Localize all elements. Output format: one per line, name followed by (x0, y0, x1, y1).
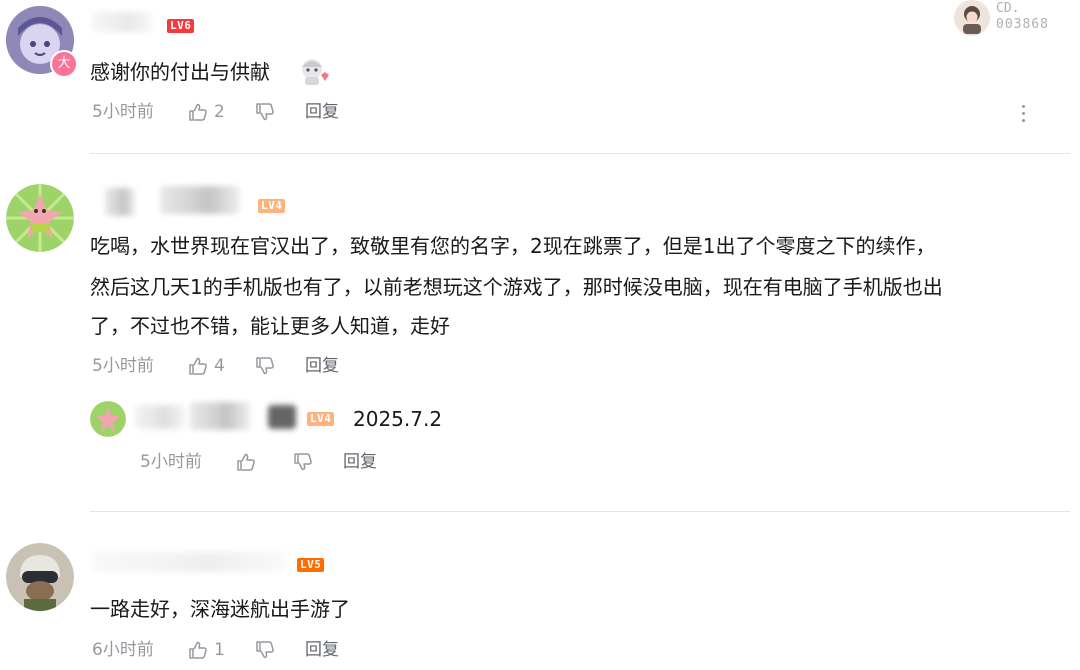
username[interactable] (160, 186, 240, 214)
timestamp: 5小时前 (140, 452, 202, 472)
fan-badge-label: CD. (996, 1, 1020, 16)
level-badge: LV5 (297, 558, 325, 572)
thumbs-up-icon[interactable] (188, 356, 208, 376)
divider (90, 511, 1070, 512)
sub-reply-text: 2025.7.2 (353, 407, 443, 431)
thumbs-up-icon[interactable] (188, 640, 208, 660)
comment-text: 一路走好，深海迷航出手游了 (90, 597, 350, 621)
fan-badge[interactable]: CD. 003868 (950, 0, 1065, 40)
comment-text-line: 了，不过也不错，能让更多人知道，走好 (90, 314, 450, 338)
comment-meta: 6小时前 1 回复 (92, 638, 392, 662)
timestamp: 5小时前 (92, 102, 154, 122)
fan-badge-avatar (954, 0, 990, 36)
level-badge: LV4 (258, 199, 286, 213)
avatar[interactable] (6, 543, 74, 611)
comment-text: 感谢你的付出与供献 (90, 60, 270, 84)
reply-button[interactable]: 回复 (343, 450, 377, 474)
timestamp: 5小时前 (92, 356, 154, 376)
timestamp: 6小时前 (92, 640, 154, 660)
comment-text-line: 然后这几天1的手机版也有了，以前老想玩这个游戏了，那时候没电脑，现在有电脑了手机… (90, 275, 943, 299)
divider (90, 153, 1070, 154)
sticker-emote (297, 57, 329, 87)
username[interactable] (92, 552, 287, 572)
username[interactable] (92, 12, 152, 32)
thumbs-up-icon[interactable] (236, 452, 256, 472)
username[interactable] (135, 405, 185, 429)
comment-meta: 5小时前 4 回复 (92, 354, 392, 378)
comment-meta: 5小时前 2 回复 (92, 100, 392, 124)
reply-button[interactable]: 回复 (305, 638, 339, 662)
avatar[interactable] (6, 184, 74, 252)
username[interactable] (268, 405, 296, 429)
comment-text-line: 吃喝，水世界现在官汉出了，致敬里有您的名字，2现在跳票了，但是1出了个零度之下的… (90, 234, 936, 258)
avatar[interactable] (90, 401, 126, 437)
username[interactable] (190, 402, 250, 430)
thumbs-up-icon[interactable] (188, 102, 208, 122)
username[interactable] (105, 188, 135, 216)
host-badge: 大 (50, 50, 78, 78)
thumbs-down-icon[interactable] (293, 452, 313, 472)
reply-button[interactable]: 回复 (305, 354, 339, 378)
fan-badge-number: 003868 (996, 17, 1049, 32)
like-count: 2 (214, 102, 225, 122)
like-count: 1 (214, 640, 225, 660)
more-options-icon[interactable] (1021, 105, 1027, 126)
thumbs-down-icon[interactable] (255, 356, 275, 376)
level-badge: LV4 (307, 412, 335, 426)
thumbs-down-icon[interactable] (255, 640, 275, 660)
thumbs-down-icon[interactable] (255, 102, 275, 122)
host-badge-label: 大 (57, 56, 71, 71)
like-count: 4 (214, 356, 225, 376)
sub-reply-meta: 5小时前 回复 (140, 450, 400, 474)
reply-button[interactable]: 回复 (305, 100, 339, 124)
level-badge: LV6 (167, 19, 195, 33)
